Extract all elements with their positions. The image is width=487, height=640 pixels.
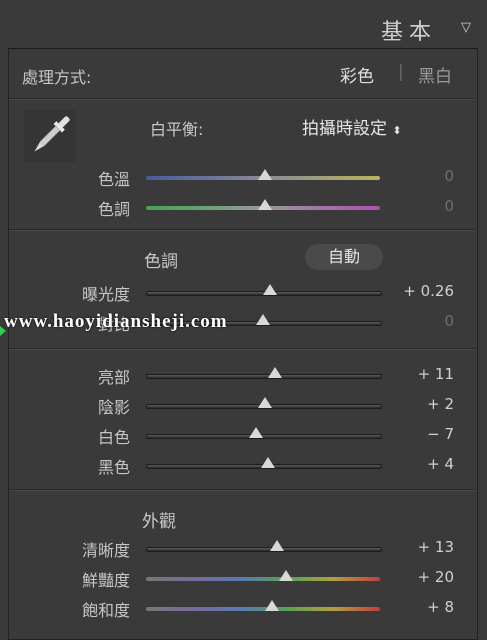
highlights-slider-thumb[interactable]	[267, 367, 282, 378]
triangle-down-icon[interactable]: ▽	[461, 20, 471, 35]
temperature-slider-thumb[interactable]	[258, 169, 273, 180]
vibrance-slider-track[interactable]	[146, 577, 380, 581]
contrast-value[interactable]: 0	[394, 312, 454, 330]
divider	[9, 229, 475, 231]
treatment-separator: |	[398, 62, 404, 82]
blacks-label: 黑色	[97, 458, 130, 477]
shadows-slider-thumb[interactable]	[258, 397, 273, 408]
treatment-bw-button[interactable]: 黑白	[418, 62, 452, 87]
clarity-slider-track[interactable]	[146, 547, 382, 552]
blacks-slider-thumb[interactable]	[260, 457, 275, 468]
temperature-row: 色溫 0	[0, 166, 487, 192]
tone-heading: 色調	[144, 252, 178, 272]
updown-arrow-icon: ⬍	[392, 124, 402, 137]
clarity-label: 清晰度	[81, 541, 130, 560]
exposure-value[interactable]: + 0.26	[394, 282, 454, 300]
saturation-slider-thumb[interactable]	[265, 600, 280, 611]
vibrance-row: 鮮豔度 + 20	[0, 567, 487, 593]
whites-slider-thumb[interactable]	[248, 427, 263, 438]
contrast-slider-thumb[interactable]	[256, 314, 270, 325]
treatment-label: 處理方式:	[22, 68, 92, 87]
tint-value[interactable]: 0	[394, 197, 454, 215]
highlights-row: 亮部 + 11	[0, 364, 487, 390]
vibrance-value[interactable]: + 20	[394, 568, 454, 586]
shadows-value[interactable]: + 2	[394, 395, 454, 413]
eyedropper-icon[interactable]	[22, 108, 78, 168]
vibrance-label: 鮮豔度	[81, 571, 130, 590]
shadows-label: 陰影	[97, 398, 130, 417]
clarity-slider-thumb[interactable]	[270, 540, 285, 551]
blacks-row: 黑色 + 4	[0, 454, 487, 480]
clarity-row: 清晰度 + 13	[0, 537, 487, 563]
exposure-row: 曝光度 + 0.26	[0, 281, 487, 307]
shadows-row: 陰影 + 2	[0, 394, 487, 420]
blacks-value[interactable]: + 4	[394, 455, 454, 473]
exposure-slider-thumb[interactable]	[263, 284, 278, 295]
divider	[9, 348, 475, 350]
clarity-value[interactable]: + 13	[394, 538, 454, 556]
tint-slider-thumb[interactable]	[258, 199, 273, 210]
presence-heading: 外觀	[142, 512, 176, 532]
saturation-row: 飽和度 + 8	[0, 597, 487, 623]
highlights-value[interactable]: + 11	[394, 365, 454, 383]
saturation-value[interactable]: + 8	[394, 598, 454, 616]
white-balance-label: 白平衡:	[150, 120, 204, 139]
panel-title: 基本	[380, 20, 437, 45]
white-balance-dropdown[interactable]: 拍攝時設定 ⬍	[302, 114, 402, 139]
highlights-label: 亮部	[97, 368, 130, 387]
divider	[9, 98, 475, 100]
white-balance-value: 拍攝時設定	[302, 119, 387, 139]
saturation-slider-track[interactable]	[146, 607, 380, 611]
exposure-label: 曝光度	[81, 285, 130, 304]
temperature-value[interactable]: 0	[394, 167, 454, 185]
saturation-label: 飽和度	[81, 601, 130, 620]
watermark-text: www.haoyidiansheji.com	[4, 311, 228, 332]
treatment-color-button[interactable]: 彩色	[340, 62, 374, 87]
vibrance-slider-thumb[interactable]	[279, 570, 294, 581]
whites-value[interactable]: − 7	[394, 425, 454, 443]
whites-label: 白色	[97, 428, 130, 447]
tint-label: 色調	[97, 200, 130, 219]
tint-row: 色調 0	[0, 196, 487, 222]
whites-row: 白色 − 7	[0, 424, 487, 450]
highlights-slider-track[interactable]	[146, 374, 382, 379]
panel-header[interactable]: 基本 ▽	[0, 0, 487, 48]
auto-tone-button[interactable]: 自動	[305, 244, 383, 270]
whites-slider-track[interactable]	[146, 434, 382, 439]
temperature-label: 色溫	[97, 170, 130, 189]
divider	[9, 489, 475, 491]
